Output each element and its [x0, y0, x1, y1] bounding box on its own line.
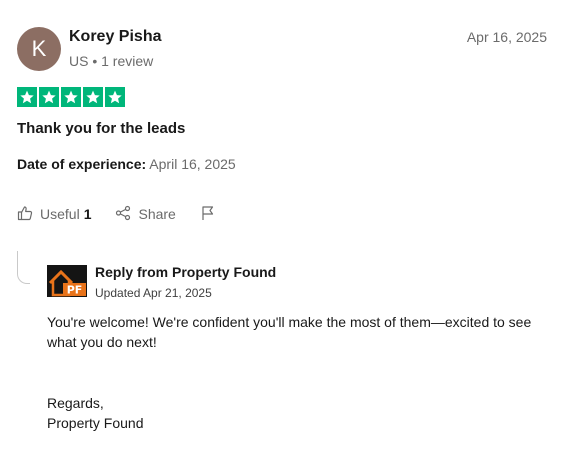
experience-label: Date of experience: [17, 156, 147, 172]
author-name[interactable]: Korey Pisha [69, 28, 161, 46]
date-of-experience: Date of experience: April 16, 2025 [17, 156, 236, 172]
avatar-initial: K [31, 36, 47, 61]
author-meta: US • 1 review [69, 53, 154, 69]
star-rating [17, 87, 125, 107]
experience-date: April 16, 2025 [149, 156, 236, 172]
star-icon [61, 87, 81, 107]
reply-connector [17, 251, 30, 284]
share-button[interactable]: Share [115, 205, 176, 224]
review-actions: Useful 1 Share [17, 204, 240, 224]
reply-body: You're welcome! We're confident you'll m… [47, 312, 547, 433]
reply-sign-off: Regards, [47, 395, 104, 411]
reply-updated-date: Updated Apr 21, 2025 [95, 286, 212, 300]
useful-label: Useful [40, 206, 80, 222]
star-icon [39, 87, 59, 107]
svg-text:PF: PF [67, 284, 83, 297]
useful-button[interactable]: Useful 1 [17, 205, 91, 224]
report-button[interactable] [200, 205, 216, 224]
company-logo: PF [47, 265, 87, 297]
reply-signature: Property Found [47, 415, 144, 431]
review-date: Apr 16, 2025 [466, 29, 547, 45]
review-title[interactable]: Thank you for the leads [17, 120, 185, 137]
star-icon [17, 87, 37, 107]
review-card: K Korey Pisha US • 1 review Apr 16, 2025… [0, 0, 580, 453]
share-label: Share [138, 206, 176, 222]
reply-author: Reply from Property Found [95, 264, 277, 280]
star-icon [105, 87, 125, 107]
star-icon [83, 87, 103, 107]
flag-icon [200, 205, 216, 224]
share-icon [115, 205, 131, 224]
useful-count: 1 [83, 206, 92, 222]
thumbs-up-icon [17, 205, 33, 224]
avatar[interactable]: K [17, 27, 61, 71]
reply-text: You're welcome! We're confident you'll m… [47, 314, 532, 350]
